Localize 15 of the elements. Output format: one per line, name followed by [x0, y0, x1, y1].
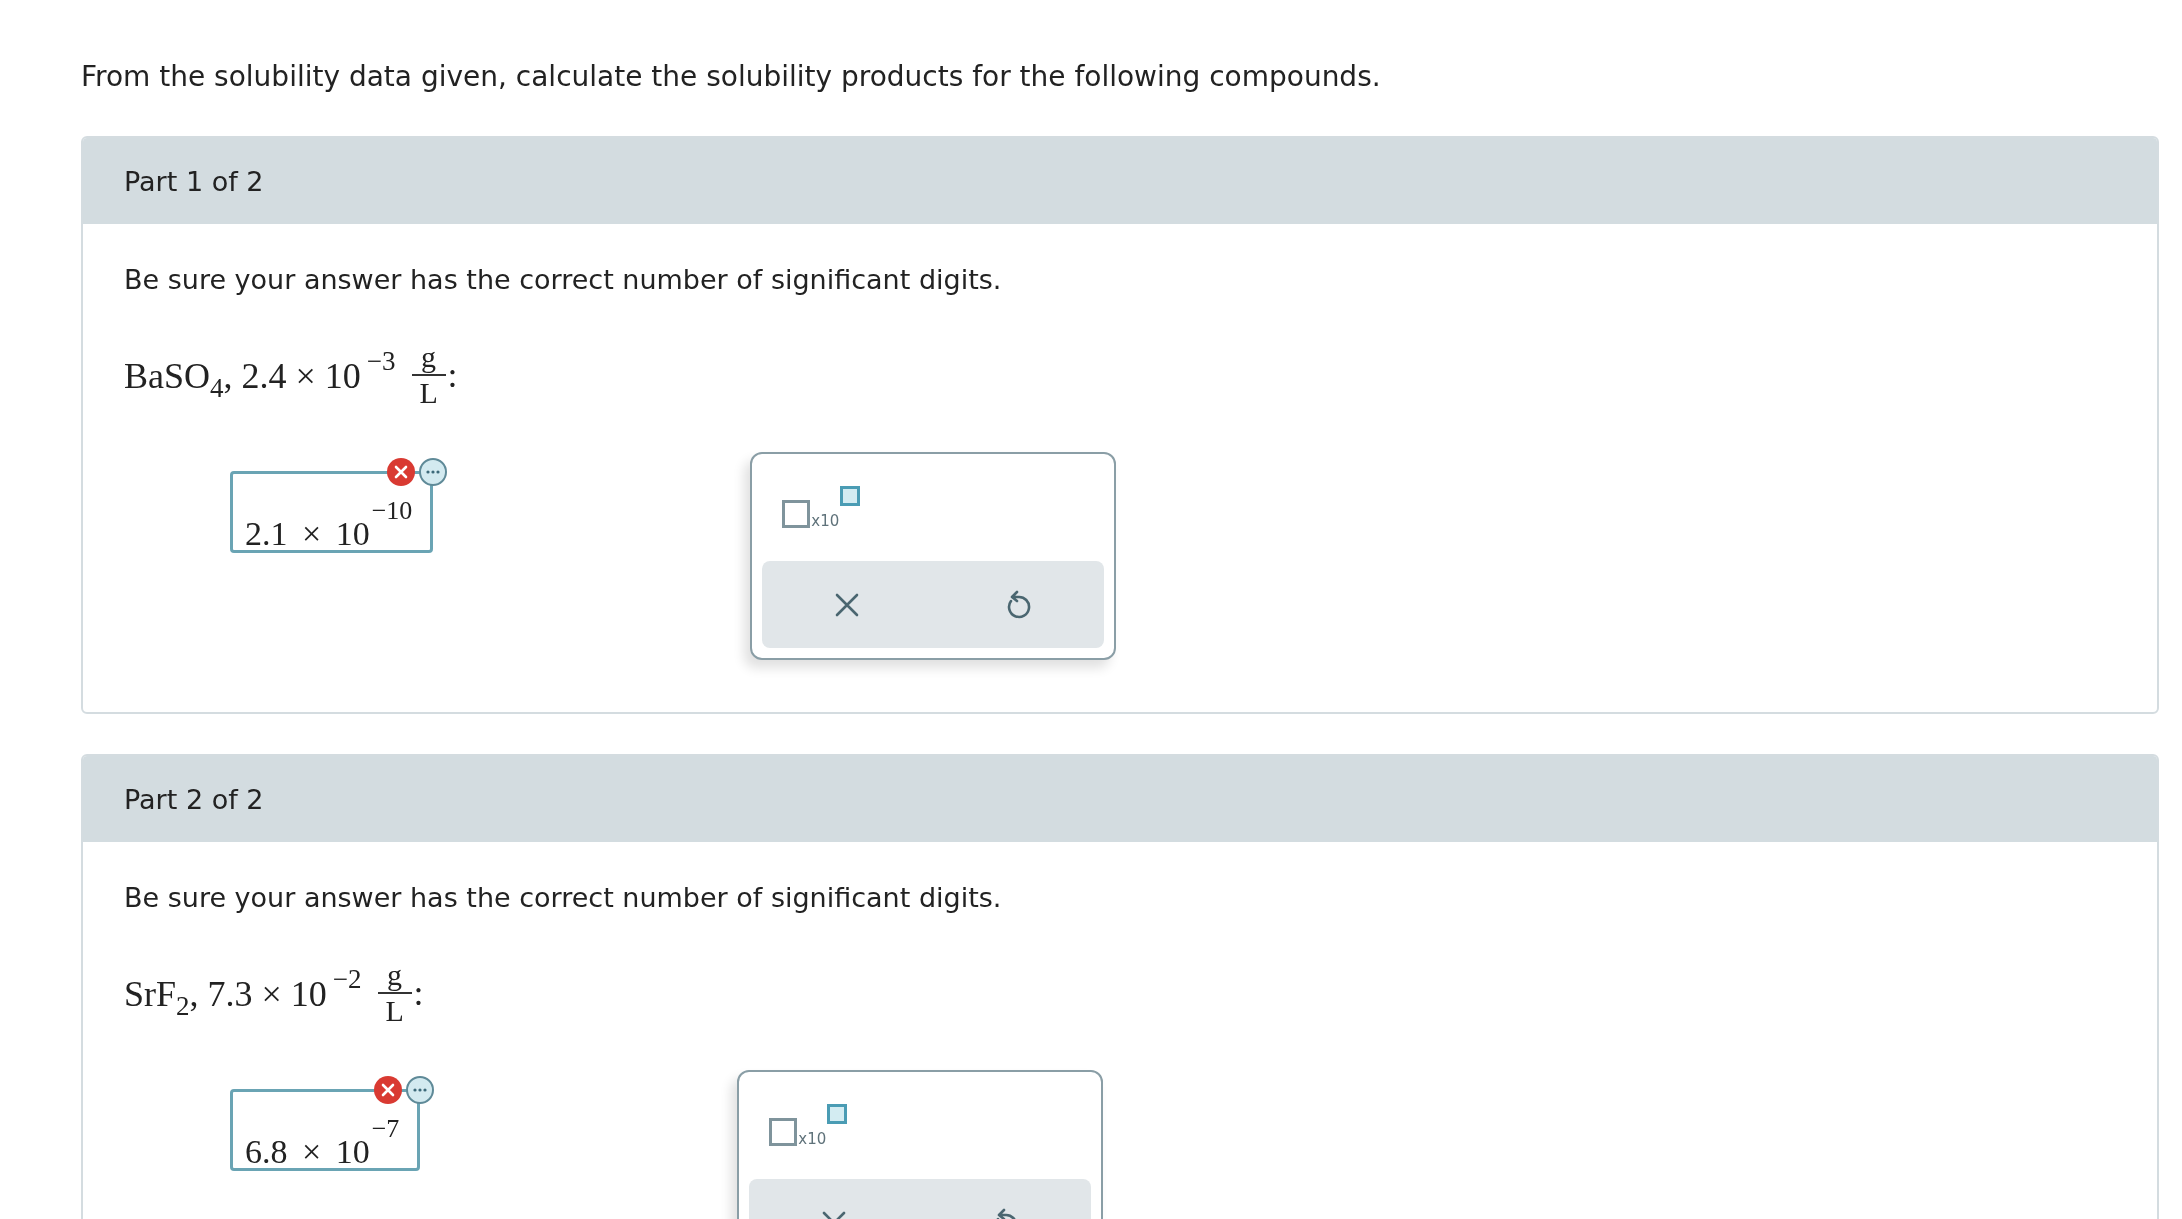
unit-fraction: g L: [411, 340, 446, 410]
scientific-notation-button[interactable]: x10: [769, 1104, 848, 1146]
instruction-text: Be sure your answer has the correct number of significant digits.: [124, 881, 1003, 915]
part-header: Part 1 of 2: [83, 138, 2157, 224]
formula-colon: :: [447, 354, 458, 396]
instruction-text: Be sure your answer has the correct number of significant digits.: [124, 263, 1003, 297]
more-icon[interactable]: [419, 458, 448, 486]
formula-text: SrF$_{2}$, 7.3 × 10$^{−2}$: [124, 964, 362, 1022]
intro-text: From the solubility data given, calculate the solubility products for the following compounds.: [81, 59, 1382, 95]
scientific-notation-button[interactable]: x10: [782, 486, 861, 528]
more-icon[interactable]: [406, 1076, 435, 1104]
formula-colon: :: [413, 972, 424, 1014]
part-header: Part 2 of 2: [83, 756, 2157, 842]
unit-fraction: g L: [377, 958, 412, 1028]
formula-text: BaSO$_{4}$, 2.4 × 10$^{−3}$: [124, 346, 396, 404]
